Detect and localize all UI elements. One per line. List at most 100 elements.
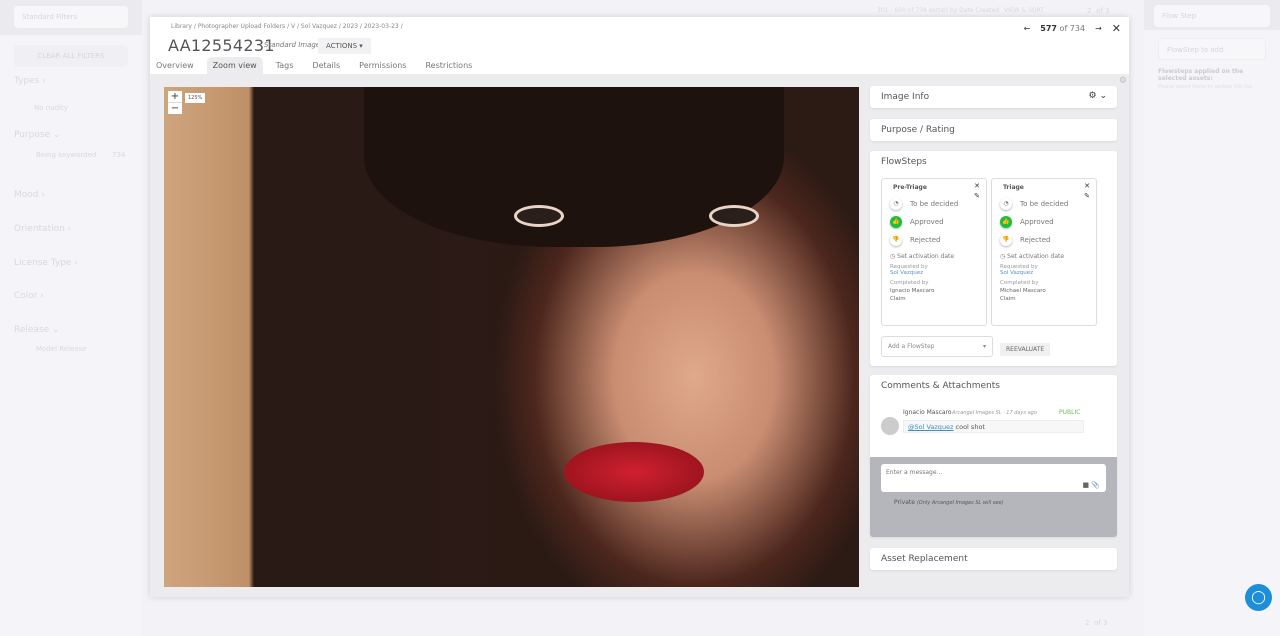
approved-thumb-icon[interactable]: 👍 xyxy=(1000,216,1012,228)
next-arrow-icon[interactable]: → xyxy=(1095,24,1102,35)
chat-support-icon[interactable]: ◯ xyxy=(1245,584,1272,611)
filter-mood[interactable]: Mood › xyxy=(0,190,59,200)
results-summary: 301 - 600 of 734 sorted by Date Created xyxy=(877,7,1000,14)
comment-body: @Sol Vazquez cool shot xyxy=(903,420,1084,433)
tab-details[interactable]: Details xyxy=(306,57,346,75)
gear-chevron-icon[interactable]: ⚙ ⌄ xyxy=(1089,91,1107,101)
zoom-in-button[interactable]: + xyxy=(168,91,182,102)
filter-color[interactable]: Color › xyxy=(0,291,58,301)
filter-release[interactable]: Release ⌄ xyxy=(0,325,74,335)
settings-gear-icon[interactable]: ⚙ xyxy=(1119,76,1127,86)
state-label: Rejected xyxy=(1020,236,1051,244)
flowstep-card: Triage ✕ ✎ ◔ To be decided 👍 Approved 👎 Reje… xyxy=(991,178,1097,326)
state-label: Rejected xyxy=(910,236,941,244)
applied-hint: Please select items to update this list. xyxy=(1158,84,1254,90)
tab-tags[interactable]: Tags xyxy=(270,57,300,75)
filter-license[interactable]: License Type › xyxy=(0,258,92,268)
zoom-level: 125% xyxy=(185,93,206,103)
zoom-controls: + − xyxy=(168,91,182,114)
filter-purpose[interactable]: Purpose ⌄ xyxy=(0,130,75,140)
tab-overview[interactable]: Overview xyxy=(150,57,200,75)
requested-by-link[interactable]: Sol Vazquez xyxy=(1000,270,1088,276)
zoom-out-button[interactable]: − xyxy=(168,102,182,114)
prev-arrow-icon[interactable]: ← xyxy=(1024,24,1031,35)
flowsteps-panel: FlowSteps Pre-Triage ✕ ✎ ◔ To be decided 👍… xyxy=(870,151,1117,366)
flow-step-select[interactable]: Flow Step xyxy=(1154,5,1270,27)
image-eye-right xyxy=(709,205,759,227)
undecided-icon[interactable]: ◔ xyxy=(1000,198,1012,210)
claim-link[interactable]: Claim xyxy=(1000,296,1088,302)
model-release-checkbox[interactable]: Model Release xyxy=(22,345,101,353)
page-number[interactable]: 2 xyxy=(1087,7,1091,15)
breadcrumb[interactable]: Library / Photographer Upload Folders / … xyxy=(171,23,403,30)
comment-author: Ignacio Mascaro xyxy=(903,409,952,416)
being-keyworded-count: 734 xyxy=(112,151,126,159)
remove-icon[interactable]: ✕ xyxy=(1084,182,1090,190)
flowstep-to-add-select[interactable]: FlowStep to add xyxy=(1158,38,1266,60)
visibility-badge: PUBLIC xyxy=(1059,409,1081,416)
asset-type: Standard Image xyxy=(264,41,321,49)
add-flowstep-select[interactable]: Add a FlowStep ▾ xyxy=(881,336,993,357)
video-attach-icons[interactable]: ■ 📎 xyxy=(1082,481,1100,489)
filter-orientation[interactable]: Orientation › xyxy=(0,224,85,234)
completed-label: Completed by xyxy=(890,280,929,286)
actions-button[interactable]: ACTIONS ▾ xyxy=(318,38,371,54)
composer: Enter a message... ■ 📎 Private (Only Arca… xyxy=(870,457,1117,537)
completed-by: Ignacio Mascaro xyxy=(890,288,935,294)
panel-title: Comments & Attachments xyxy=(881,381,1000,391)
tab-restrictions[interactable]: Restrictions xyxy=(419,57,478,75)
approved-thumb-icon[interactable]: 👍 xyxy=(890,216,902,228)
edit-pencil-icon[interactable]: ✎ xyxy=(1084,192,1090,200)
flowstep-card: Pre-Triage ✕ ✎ ◔ To be decided 👍 Approved 👎… xyxy=(881,178,987,326)
image-lips xyxy=(564,442,704,502)
message-input[interactable]: Enter a message... ■ 📎 xyxy=(881,464,1106,492)
comment-meta: Arcangel Images SL · 17 days ago xyxy=(952,410,1037,416)
state-label: Approved xyxy=(910,218,944,226)
activation-date-link[interactable]: ◷ Set activation date xyxy=(1000,253,1088,260)
remove-icon[interactable]: ✕ xyxy=(974,182,980,190)
reevaluate-button[interactable]: REEVALUATE xyxy=(1000,343,1051,356)
requested-by-link[interactable]: Sol Vazquez xyxy=(890,270,978,276)
close-icon[interactable]: ✕ xyxy=(1112,22,1121,35)
flowstep-name: Pre-Triage xyxy=(893,184,927,191)
panel-title: Image Info xyxy=(881,92,930,102)
clear-filters-button[interactable]: CLEAR ALL FILTERS xyxy=(14,45,128,67)
filters-sidebar: Standard Filters CLEAR ALL FILTERS Types… xyxy=(0,0,142,636)
panel-title: Purpose / Rating xyxy=(881,125,955,135)
bottom-page-total: of 3 xyxy=(1094,619,1108,627)
private-checkbox[interactable]: Private (Only Arcangel Images SL will se… xyxy=(894,499,1117,506)
asset-modal: Library / Photographer Upload Folders / … xyxy=(150,17,1129,597)
asset-position[interactable]: 577 xyxy=(1040,24,1057,33)
undecided-icon[interactable]: ◔ xyxy=(890,198,902,210)
state-label: Approved xyxy=(1020,218,1054,226)
tab-zoom-view[interactable]: Zoom view xyxy=(206,57,263,75)
panel-title: Asset Replacement xyxy=(881,554,968,564)
page-total: of 3 xyxy=(1096,7,1110,15)
completed-by: Michael Mascaro xyxy=(1000,288,1046,294)
image-info-panel[interactable]: Image Info ⚙ ⌄ xyxy=(870,86,1117,108)
filter-select[interactable]: Standard Filters xyxy=(14,6,128,28)
panel-title: FlowSteps xyxy=(881,157,927,167)
no-nudity-toggle[interactable]: No nudity xyxy=(20,104,82,112)
edit-pencil-icon[interactable]: ✎ xyxy=(974,192,980,200)
comments-panel: Comments & Attachments Ignacio Mascaro A… xyxy=(870,375,1117,537)
flowstep-name: Triage xyxy=(1003,184,1024,191)
bottom-page-number[interactable]: 2 xyxy=(1085,619,1089,627)
purpose-rating-panel[interactable]: Purpose / Rating xyxy=(870,119,1117,141)
asset-total: of 734 xyxy=(1059,24,1086,33)
state-label: To be decided xyxy=(1020,200,1069,208)
mention-link[interactable]: @Sol Vazquez xyxy=(908,423,953,431)
applied-title: Flowsteps applied on the selected assets… xyxy=(1158,68,1244,82)
view-sort-button[interactable]: VIEW & SORT xyxy=(1004,7,1044,14)
bulk-panel: Flow Step FlowStep to add Flowsteps appl… xyxy=(1144,0,1280,636)
avatar xyxy=(881,417,899,435)
zoomed-image[interactable]: + − 125% xyxy=(164,87,859,587)
rejected-thumb-icon[interactable]: 👎 xyxy=(1000,234,1012,246)
rejected-thumb-icon[interactable]: 👎 xyxy=(890,234,902,246)
tab-permissions[interactable]: Permissions xyxy=(353,57,412,75)
completed-label: Completed by xyxy=(1000,280,1039,286)
claim-link[interactable]: Claim xyxy=(890,296,978,302)
asset-replacement-panel[interactable]: Asset Replacement xyxy=(870,548,1117,570)
filter-types[interactable]: Types › xyxy=(0,76,60,86)
activation-date-link[interactable]: ◷ Set activation date xyxy=(890,253,978,260)
